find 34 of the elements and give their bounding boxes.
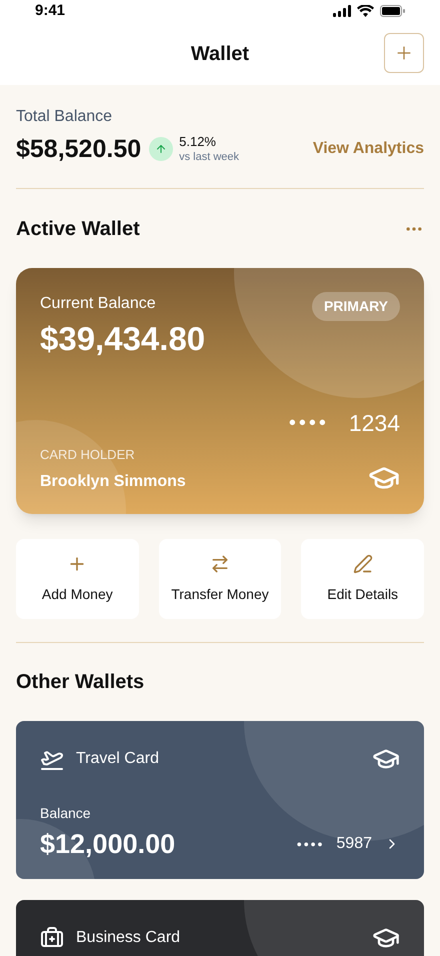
arrows-icon: [210, 554, 230, 574]
action-button[interactable]: Edit Details: [301, 539, 424, 619]
action-button[interactable]: Add Money: [16, 539, 139, 619]
status-time: 9:41: [35, 1, 66, 21]
balance-label: Balance: [40, 804, 92, 823]
card-holder-label: CARD HOLDER: [40, 446, 136, 464]
current-balance-label: Current Balance: [40, 294, 157, 314]
primary-badge: PRIMARY: [312, 292, 400, 321]
balance-amount: $12,000.00: [40, 828, 176, 861]
section-heading: Active Wallet: [16, 217, 140, 242]
masked-digits: ••••: [288, 411, 329, 436]
page-title: Wallet: [190, 42, 250, 66]
briefcase-icon: [40, 926, 64, 950]
wallet-card[interactable]: Business Card: [16, 900, 424, 956]
masked-digits: ••••: [296, 834, 324, 854]
wallet-card[interactable]: Current Balance $39,434.80 PRIMARY •••• 1234 CARD HOLDER Brooklyn Simmons: [16, 268, 424, 514]
current-balance-amount: $39,434.80: [40, 319, 206, 359]
total-balance-label: Total Balance: [16, 106, 114, 126]
card-last-digits: 1234: [348, 409, 400, 438]
signal-icon: [333, 5, 351, 18]
card-last-digits: 5987: [336, 834, 372, 854]
section-heading: Other Wallets: [16, 670, 146, 695]
wifi-icon: [357, 5, 374, 18]
wallet-name: Business Card: [76, 928, 180, 948]
change-percent: 5.12%: [179, 134, 217, 150]
wallet-name: Travel Card: [76, 749, 159, 769]
change-period: vs last week: [179, 150, 240, 164]
pencil-icon: [352, 554, 373, 574]
battery-icon: [380, 5, 405, 18]
card-holder-name: Brooklyn Simmons: [40, 472, 186, 492]
wallet-card[interactable]: Travel Card Balance $12,000.00 •••• 5987: [16, 721, 424, 879]
total-balance-amount: $58,520.50: [16, 134, 142, 164]
arrow-icon: [155, 143, 168, 156]
action-button[interactable]: Transfer Money: [158, 539, 282, 619]
